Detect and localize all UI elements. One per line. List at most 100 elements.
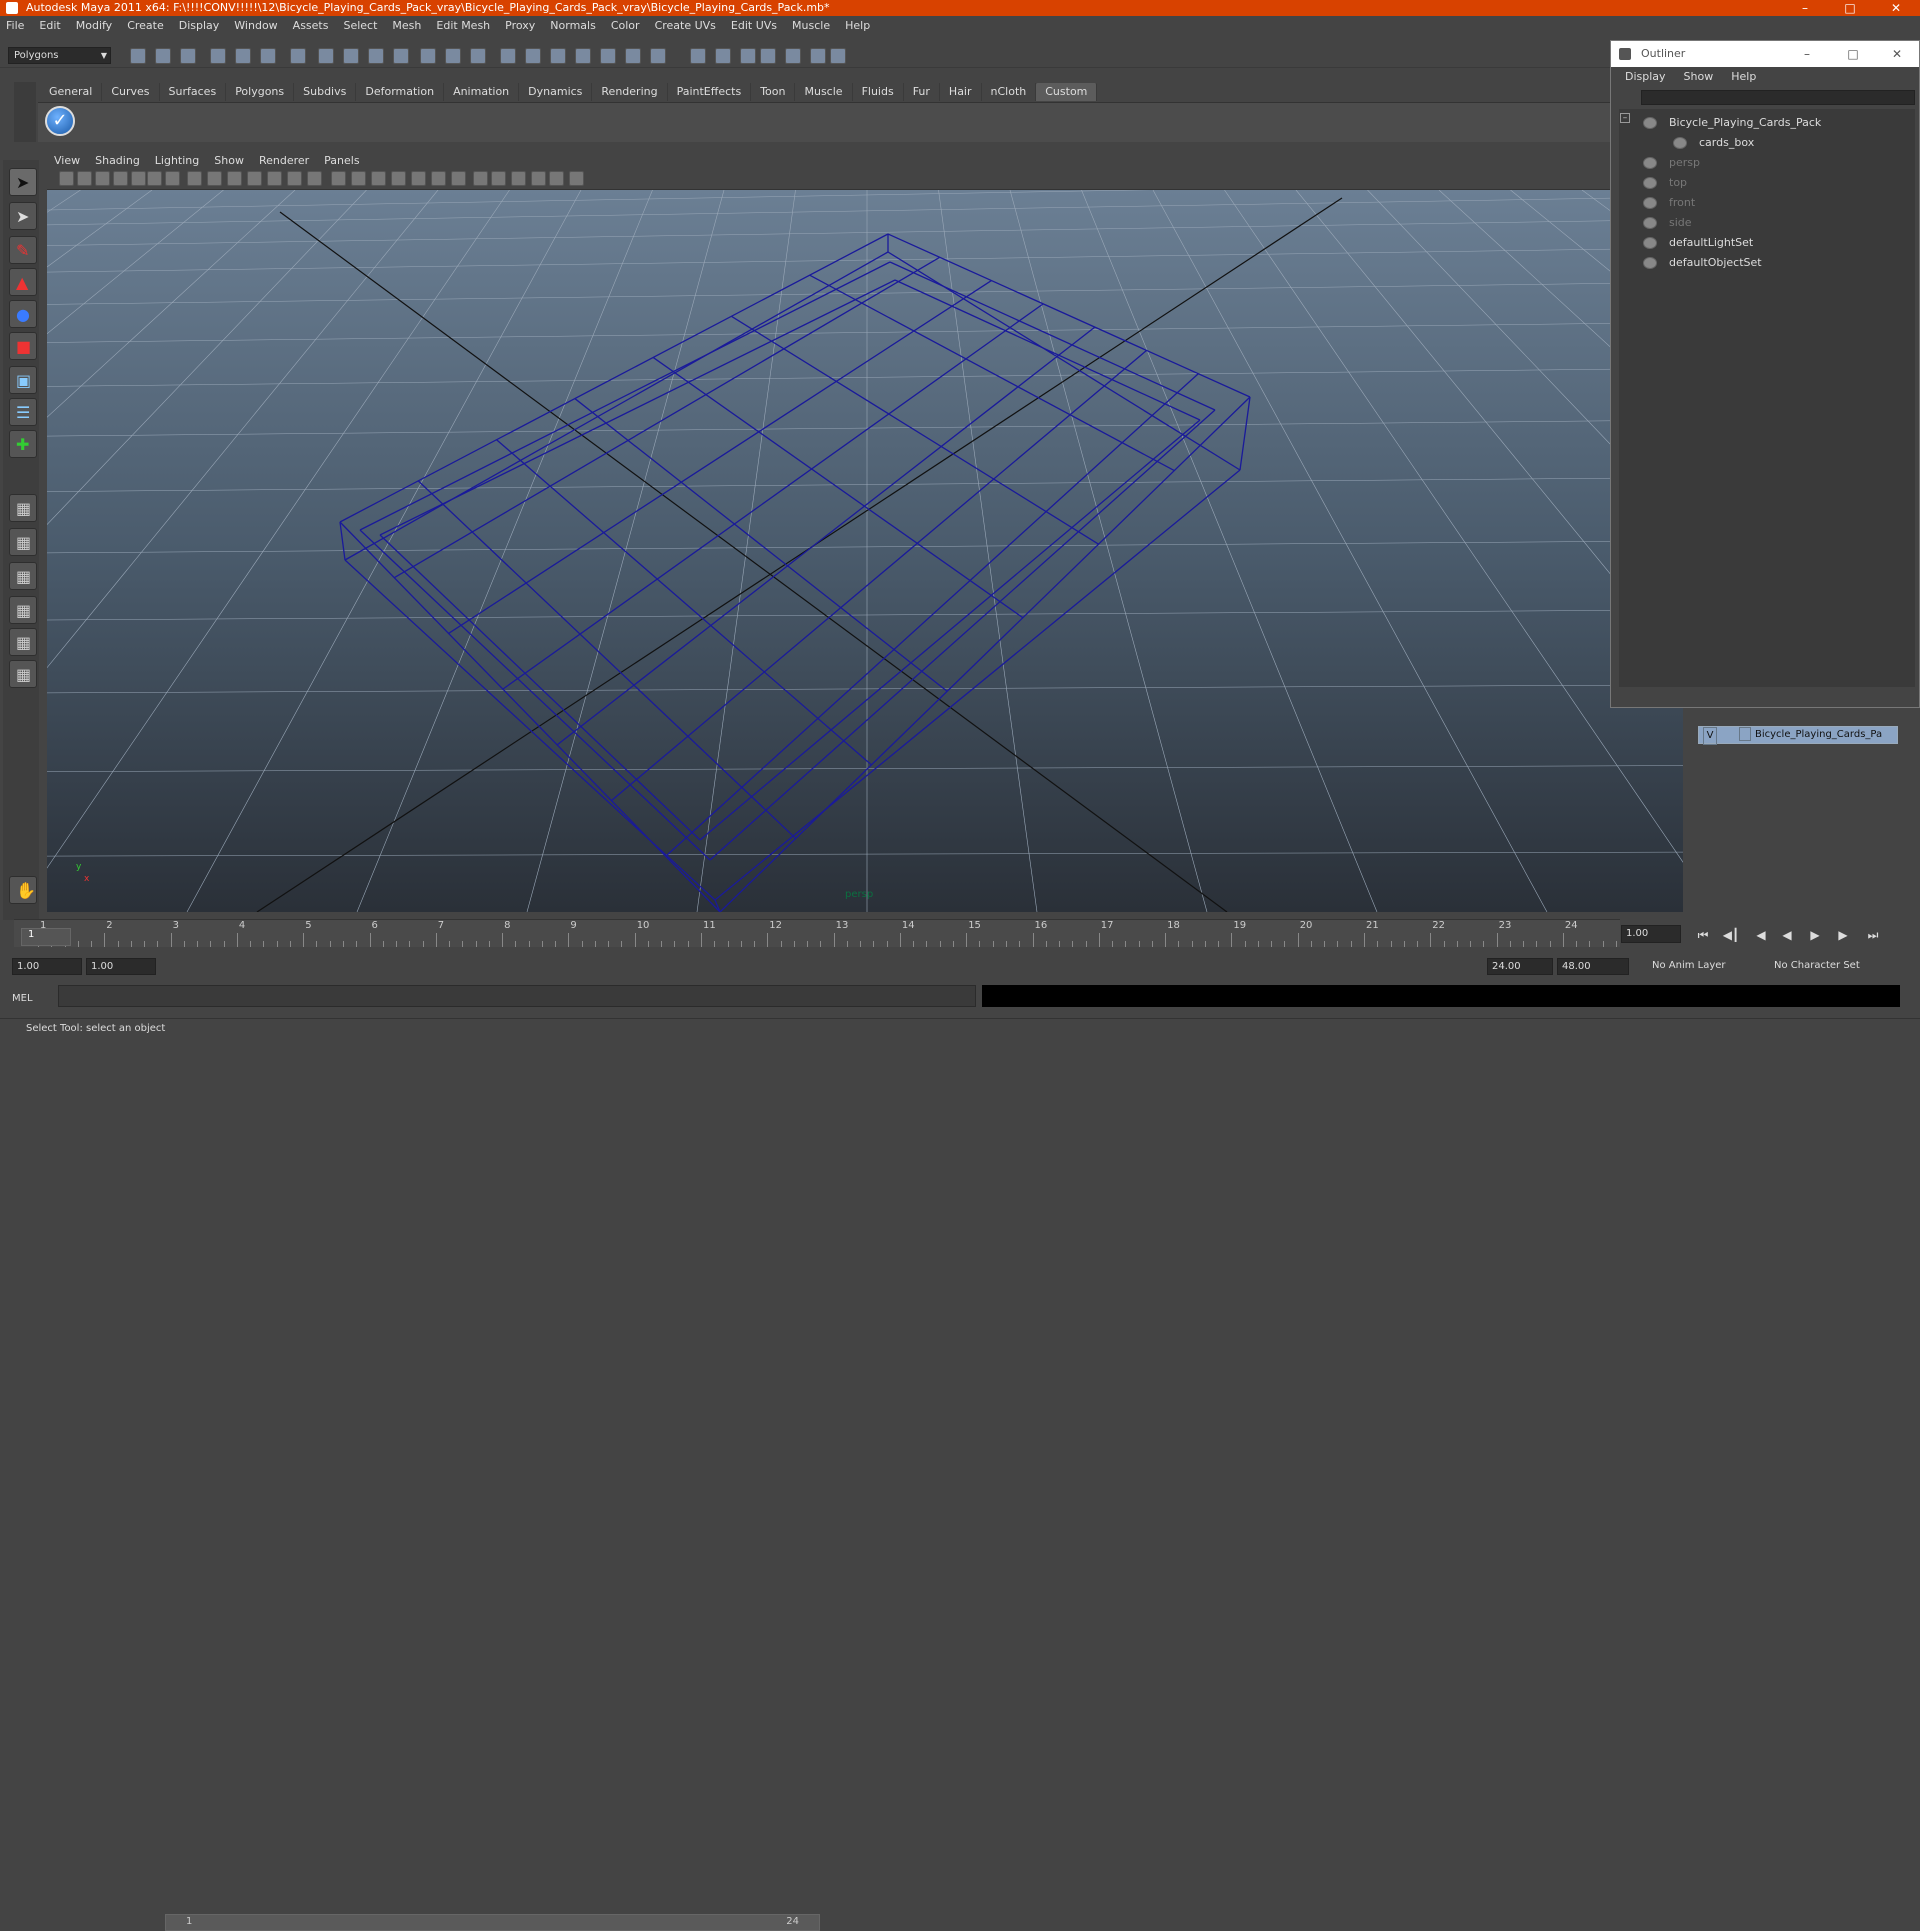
step-forward-frame-icon[interactable]: ▶: [1834, 928, 1852, 944]
menu-normals[interactable]: Normals: [550, 19, 596, 32]
status-tool-27-icon[interactable]: [810, 48, 826, 64]
viewport-tool-26-icon[interactable]: [549, 171, 564, 186]
menu-color[interactable]: Color: [611, 19, 640, 32]
sculpt-tool-icon[interactable]: ▲: [9, 268, 37, 296]
playback-start-field[interactable]: 1.00: [86, 958, 156, 975]
shelf-tab-ncloth[interactable]: nCloth: [982, 83, 1037, 101]
viewport-tool-22-icon[interactable]: [473, 171, 488, 186]
anim-layer-selector[interactable]: No Anim Layer: [1648, 958, 1748, 975]
menu-assets[interactable]: Assets: [293, 19, 329, 32]
viewport-tool-19-icon[interactable]: [411, 171, 426, 186]
current-time-field[interactable]: 1.00: [1621, 925, 1681, 943]
outliner-menu-help[interactable]: Help: [1731, 70, 1756, 83]
outliner-item[interactable]: side: [1643, 213, 1692, 233]
viewport-menu-renderer[interactable]: Renderer: [259, 154, 309, 167]
single-pane-layout-icon[interactable]: ▦: [9, 494, 37, 522]
viewport-tool-23-icon[interactable]: [491, 171, 506, 186]
menu-edit[interactable]: Edit: [39, 19, 60, 32]
status-tool-16-icon[interactable]: [525, 48, 541, 64]
shelf-tab-hair[interactable]: Hair: [940, 83, 982, 101]
mode-selector[interactable]: Polygons ▼: [8, 47, 111, 64]
outliner-item[interactable]: front: [1643, 193, 1695, 213]
viewport-menu-lighting[interactable]: Lighting: [155, 154, 199, 167]
shelf-tab-curves[interactable]: Curves: [102, 83, 160, 101]
status-tool-3-icon[interactable]: [180, 48, 196, 64]
command-language-label[interactable]: MEL: [12, 993, 33, 1004]
soft-mod-tool-icon[interactable]: ✚: [9, 430, 37, 458]
shelf-tab-fluids[interactable]: Fluids: [853, 83, 904, 101]
close-icon[interactable]: ✕: [1877, 41, 1917, 67]
status-tool-28-icon[interactable]: [830, 48, 846, 64]
viewport-tool-12-icon[interactable]: [267, 171, 282, 186]
menu-help[interactable]: Help: [845, 19, 870, 32]
outliner-menu-display[interactable]: Display: [1625, 70, 1666, 83]
status-tool-2-icon[interactable]: [155, 48, 171, 64]
checkmark-icon[interactable]: ✓: [45, 106, 75, 136]
viewport-tool-5-icon[interactable]: [131, 171, 146, 186]
viewport-tool-6-icon[interactable]: [147, 171, 162, 186]
rotate-tool-icon[interactable]: ■: [9, 332, 37, 360]
custom-layout-icon[interactable]: ▦: [9, 660, 37, 688]
outliner-item[interactable]: persp: [1643, 153, 1700, 173]
viewport-tool-27-icon[interactable]: [569, 171, 584, 186]
menu-muscle[interactable]: Muscle: [792, 19, 830, 32]
play-forward-icon[interactable]: ▶: [1806, 928, 1824, 944]
maximize-icon[interactable]: □: [1833, 41, 1873, 67]
status-tool-21-icon[interactable]: [650, 48, 666, 64]
close-icon[interactable]: ✕: [1876, 0, 1916, 16]
status-tool-14-icon[interactable]: [470, 48, 486, 64]
viewport-menu-shading[interactable]: Shading: [95, 154, 140, 167]
shelf-tab-general[interactable]: General: [40, 83, 103, 101]
viewport-menu-show[interactable]: Show: [214, 154, 244, 167]
four-pane-layout-icon[interactable]: ▦: [9, 528, 37, 556]
viewport-tool-15-icon[interactable]: [331, 171, 346, 186]
minimize-icon[interactable]: –: [1787, 41, 1827, 67]
shelf-tab-deformation[interactable]: Deformation: [356, 83, 445, 101]
status-tool-25-icon[interactable]: [760, 48, 776, 64]
viewport-tool-16-icon[interactable]: [351, 171, 366, 186]
animation-end-field[interactable]: 48.00: [1557, 958, 1629, 975]
viewport-tool-2-icon[interactable]: [77, 171, 92, 186]
shelf-options-handle[interactable]: [14, 82, 36, 142]
menu-proxy[interactable]: Proxy: [505, 19, 535, 32]
step-back-key-icon[interactable]: ◀┃: [1722, 928, 1740, 944]
shelf-tab-subdivs[interactable]: Subdivs: [294, 83, 357, 101]
status-tool-12-icon[interactable]: [420, 48, 436, 64]
outliner-item[interactable]: Bicycle_Playing_Cards_Pack: [1643, 113, 1821, 133]
shelf-tab-polygons[interactable]: Polygons: [226, 83, 295, 101]
menu-create-uvs[interactable]: Create UVs: [655, 19, 716, 32]
viewport-tool-18-icon[interactable]: [391, 171, 406, 186]
viewport-menu-view[interactable]: View: [54, 154, 80, 167]
select-tool-icon[interactable]: ➤: [9, 168, 37, 196]
status-tool-6-icon[interactable]: [260, 48, 276, 64]
layer-color-swatch[interactable]: [1739, 727, 1751, 741]
status-tool-20-icon[interactable]: [625, 48, 641, 64]
time-slider[interactable]: 1 2 3 4 5 6 7 8 9 10 11 12 13 14 15 16 17 18 19 20 21 22 23 24: [14, 919, 1620, 947]
status-tool-8-icon[interactable]: [318, 48, 334, 64]
viewport-tool-21-icon[interactable]: [451, 171, 466, 186]
menu-select[interactable]: Select: [343, 19, 377, 32]
viewport-tool-13-icon[interactable]: [287, 171, 302, 186]
collapse-toggle[interactable]: –: [1620, 113, 1630, 123]
perspective-viewport[interactable]: [47, 190, 1683, 912]
command-input[interactable]: [58, 985, 976, 1007]
menu-modify[interactable]: Modify: [76, 19, 112, 32]
minimize-icon[interactable]: –: [1785, 0, 1825, 16]
shelf-tab-muscle[interactable]: Muscle: [795, 83, 853, 101]
status-tool-17-icon[interactable]: [550, 48, 566, 64]
move-tool-icon[interactable]: ●: [9, 300, 37, 328]
step-back-frame-icon[interactable]: ◀: [1752, 928, 1770, 944]
outliner-menu-show[interactable]: Show: [1684, 70, 1714, 83]
status-tool-23-icon[interactable]: [715, 48, 731, 64]
status-tool-18-icon[interactable]: [575, 48, 591, 64]
play-backward-icon[interactable]: ◀: [1778, 928, 1796, 944]
status-tool-19-icon[interactable]: [600, 48, 616, 64]
scale-tool-icon[interactable]: ▣: [9, 366, 37, 394]
layer-row[interactable]: V Bicycle_Playing_Cards_Pa: [1698, 726, 1898, 745]
status-tool-4-icon[interactable]: [210, 48, 226, 64]
outliner-item[interactable]: cards_box: [1673, 133, 1754, 153]
range-slider[interactable]: 1 24: [165, 1914, 820, 1931]
hand-icon[interactable]: ✋: [9, 876, 37, 904]
status-tool-22-icon[interactable]: [690, 48, 706, 64]
graph-layout-icon[interactable]: ▦: [9, 596, 37, 624]
